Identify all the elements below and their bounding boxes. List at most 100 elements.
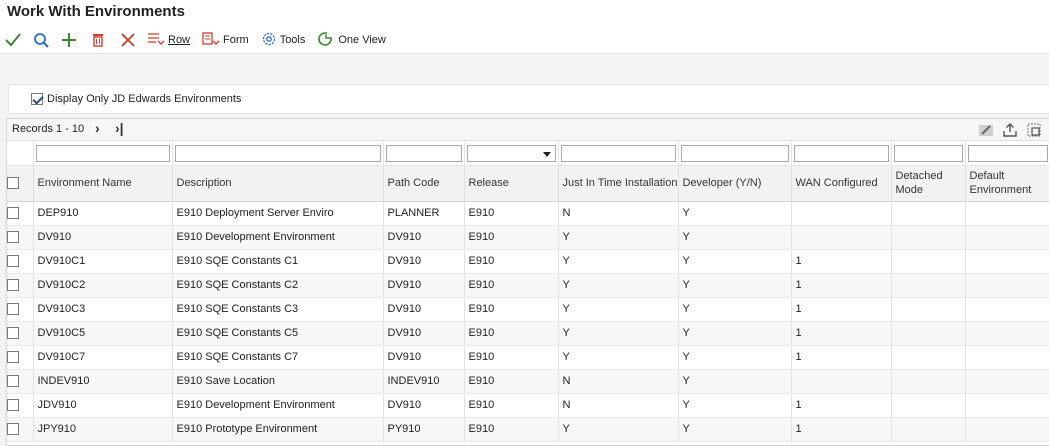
cell-developer: Y	[678, 417, 792, 442]
qbe-release-select[interactable]	[466, 144, 556, 162]
cell-release: E910	[464, 201, 559, 226]
row-select-checkbox[interactable]	[7, 327, 19, 340]
search-icon[interactable]	[32, 29, 50, 51]
records-count: Records 1 - 10	[12, 123, 85, 135]
grid-edit-icon[interactable]	[977, 121, 995, 139]
row-select-checkbox[interactable]	[7, 207, 19, 220]
col-environment-name[interactable]: Environment Name	[33, 165, 173, 202]
col-detached-mode[interactable]: Detached Mode	[891, 165, 966, 202]
col-wan-configured[interactable]: WAN Configured	[791, 165, 892, 202]
cell-just-in-time: Y	[558, 417, 679, 442]
table-row[interactable]: DV910C7 E910 SQE Constants C7 DV910 E910 Y Y 1	[7, 345, 1049, 370]
cell-path-code: DV910	[383, 249, 465, 274]
cell-release: E910	[464, 249, 559, 274]
col-just-in-time[interactable]: Just In Time Installation	[558, 165, 679, 202]
cell-environment-name[interactable]: DEP910	[33, 201, 173, 226]
qbe-developer[interactable]	[680, 144, 789, 162]
table-row[interactable]: JPY910 E910 Prototype Environment PY910 E91…	[7, 417, 1049, 442]
row-select-checkbox[interactable]	[7, 351, 19, 364]
qbe-wan-configured[interactable]	[793, 144, 889, 162]
col-release[interactable]: Release	[464, 165, 559, 202]
cell-wan-configured: 1	[791, 321, 892, 346]
row-select-checkbox[interactable]	[7, 279, 19, 292]
cell-environment-name[interactable]: JPY910	[33, 417, 173, 442]
qbe-description[interactable]	[174, 144, 381, 162]
cell-path-code: DV910	[383, 345, 465, 370]
col-default-environment[interactable]: Default Environment	[965, 165, 1049, 202]
cell-release: E910	[464, 393, 559, 418]
add-icon[interactable]	[61, 29, 77, 51]
filter-panel: Display Only JD Edwards Environments	[8, 84, 1049, 114]
qbe-default-environment[interactable]	[967, 144, 1048, 162]
cell-environment-name[interactable]: DV910	[33, 225, 173, 250]
cell-wan-configured	[791, 225, 892, 250]
display-only-jde-label: Display Only JD Edwards Environments	[47, 93, 242, 105]
row-select-checkbox[interactable]	[7, 375, 19, 388]
row-select-checkbox[interactable]	[7, 231, 19, 244]
display-only-jde-checkbox[interactable]	[31, 93, 43, 105]
table-row[interactable]: DV910C2 E910 SQE Constants C2 DV910 E910 Y Y 1	[7, 273, 1049, 298]
cell-wan-configured: 1	[791, 273, 892, 298]
one-view-menu[interactable]: One View	[317, 29, 386, 51]
select-all-checkbox[interactable]	[7, 177, 19, 190]
cell-release: E910	[464, 273, 559, 298]
cell-developer: Y	[678, 225, 792, 250]
col-path-code[interactable]: Path Code	[383, 165, 465, 202]
row-select-checkbox[interactable]	[7, 423, 19, 436]
table-row[interactable]: DV910C3 E910 SQE Constants C3 DV910 E910 Y Y 1	[7, 297, 1049, 322]
grid-body: DEP910 E910 Deployment Server Enviro PLANN…	[7, 201, 1049, 442]
cell-default-environment	[965, 345, 1049, 370]
cell-environment-name[interactable]: JDV910	[33, 393, 173, 418]
cell-release: E910	[464, 345, 559, 370]
cell-description: E910 SQE Constants C3	[172, 297, 384, 322]
table-row[interactable]: DV910C1 E910 SQE Constants C1 DV910 E910 Y Y 1	[7, 249, 1049, 274]
qbe-just-in-time[interactable]	[560, 144, 676, 162]
cell-environment-name[interactable]: INDEV910	[33, 369, 173, 394]
qbe-row	[7, 142, 1049, 166]
table-row[interactable]: JDV910 E910 Development Environment DV910 E…	[7, 393, 1049, 418]
last-page-icon[interactable]: ›|	[115, 120, 124, 136]
one-view-label: One View	[338, 34, 386, 46]
cell-environment-name[interactable]: DV910C3	[33, 297, 173, 322]
table-row[interactable]: DV910 E910 Development Environment DV910 E9…	[7, 225, 1049, 250]
cell-description: E910 Prototype Environment	[172, 417, 384, 442]
export-icon[interactable]	[1001, 121, 1019, 139]
cell-environment-name[interactable]: DV910C7	[33, 345, 173, 370]
cell-environment-name[interactable]: DV910C2	[33, 273, 173, 298]
cell-just-in-time: N	[558, 201, 679, 226]
cancel-x-icon[interactable]	[120, 29, 136, 51]
tools-gear-icon	[261, 31, 277, 50]
cell-default-environment	[965, 321, 1049, 346]
delete-icon[interactable]	[91, 29, 105, 51]
row-select-checkbox[interactable]	[7, 399, 19, 412]
cell-default-environment	[965, 225, 1049, 250]
page-title: Work With Environments	[7, 3, 185, 20]
table-row[interactable]: INDEV910 E910 Save Location INDEV910 E910 N Y	[7, 369, 1049, 394]
table-row[interactable]: DV910C5 E910 SQE Constants C5 DV910 E910 Y Y 1	[7, 321, 1049, 346]
table-row[interactable]: DEP910 E910 Deployment Server Enviro PLANN…	[7, 201, 1049, 226]
form-menu-label: Form	[223, 34, 249, 46]
tools-menu[interactable]: Tools	[261, 29, 306, 51]
col-description[interactable]: Description	[172, 165, 384, 202]
ok-check-icon[interactable]	[3, 29, 23, 51]
cell-environment-name[interactable]: DV910C5	[33, 321, 173, 346]
qbe-detached-mode[interactable]	[893, 144, 963, 162]
cell-developer: Y	[678, 273, 792, 298]
row-menu[interactable]: Row	[147, 29, 190, 51]
cell-path-code: DV910	[383, 225, 465, 250]
form-menu[interactable]: Form	[202, 29, 249, 51]
grid-format-icon[interactable]	[1025, 121, 1043, 139]
qbe-environment-name[interactable]	[35, 144, 170, 162]
cell-just-in-time: Y	[558, 345, 679, 370]
cell-developer: Y	[678, 321, 792, 346]
cell-environment-name[interactable]: DV910C1	[33, 249, 173, 274]
next-page-icon[interactable]: ›	[95, 120, 100, 136]
row-select-checkbox[interactable]	[7, 303, 19, 316]
cell-description: E910 SQE Constants C5	[172, 321, 384, 346]
cell-just-in-time: Y	[558, 273, 679, 298]
col-developer[interactable]: Developer (Y/N)	[678, 165, 792, 202]
cell-wan-configured: 1	[791, 249, 892, 274]
row-select-checkbox[interactable]	[7, 255, 19, 268]
qbe-path-code[interactable]	[385, 144, 462, 162]
tools-menu-label: Tools	[279, 34, 306, 46]
